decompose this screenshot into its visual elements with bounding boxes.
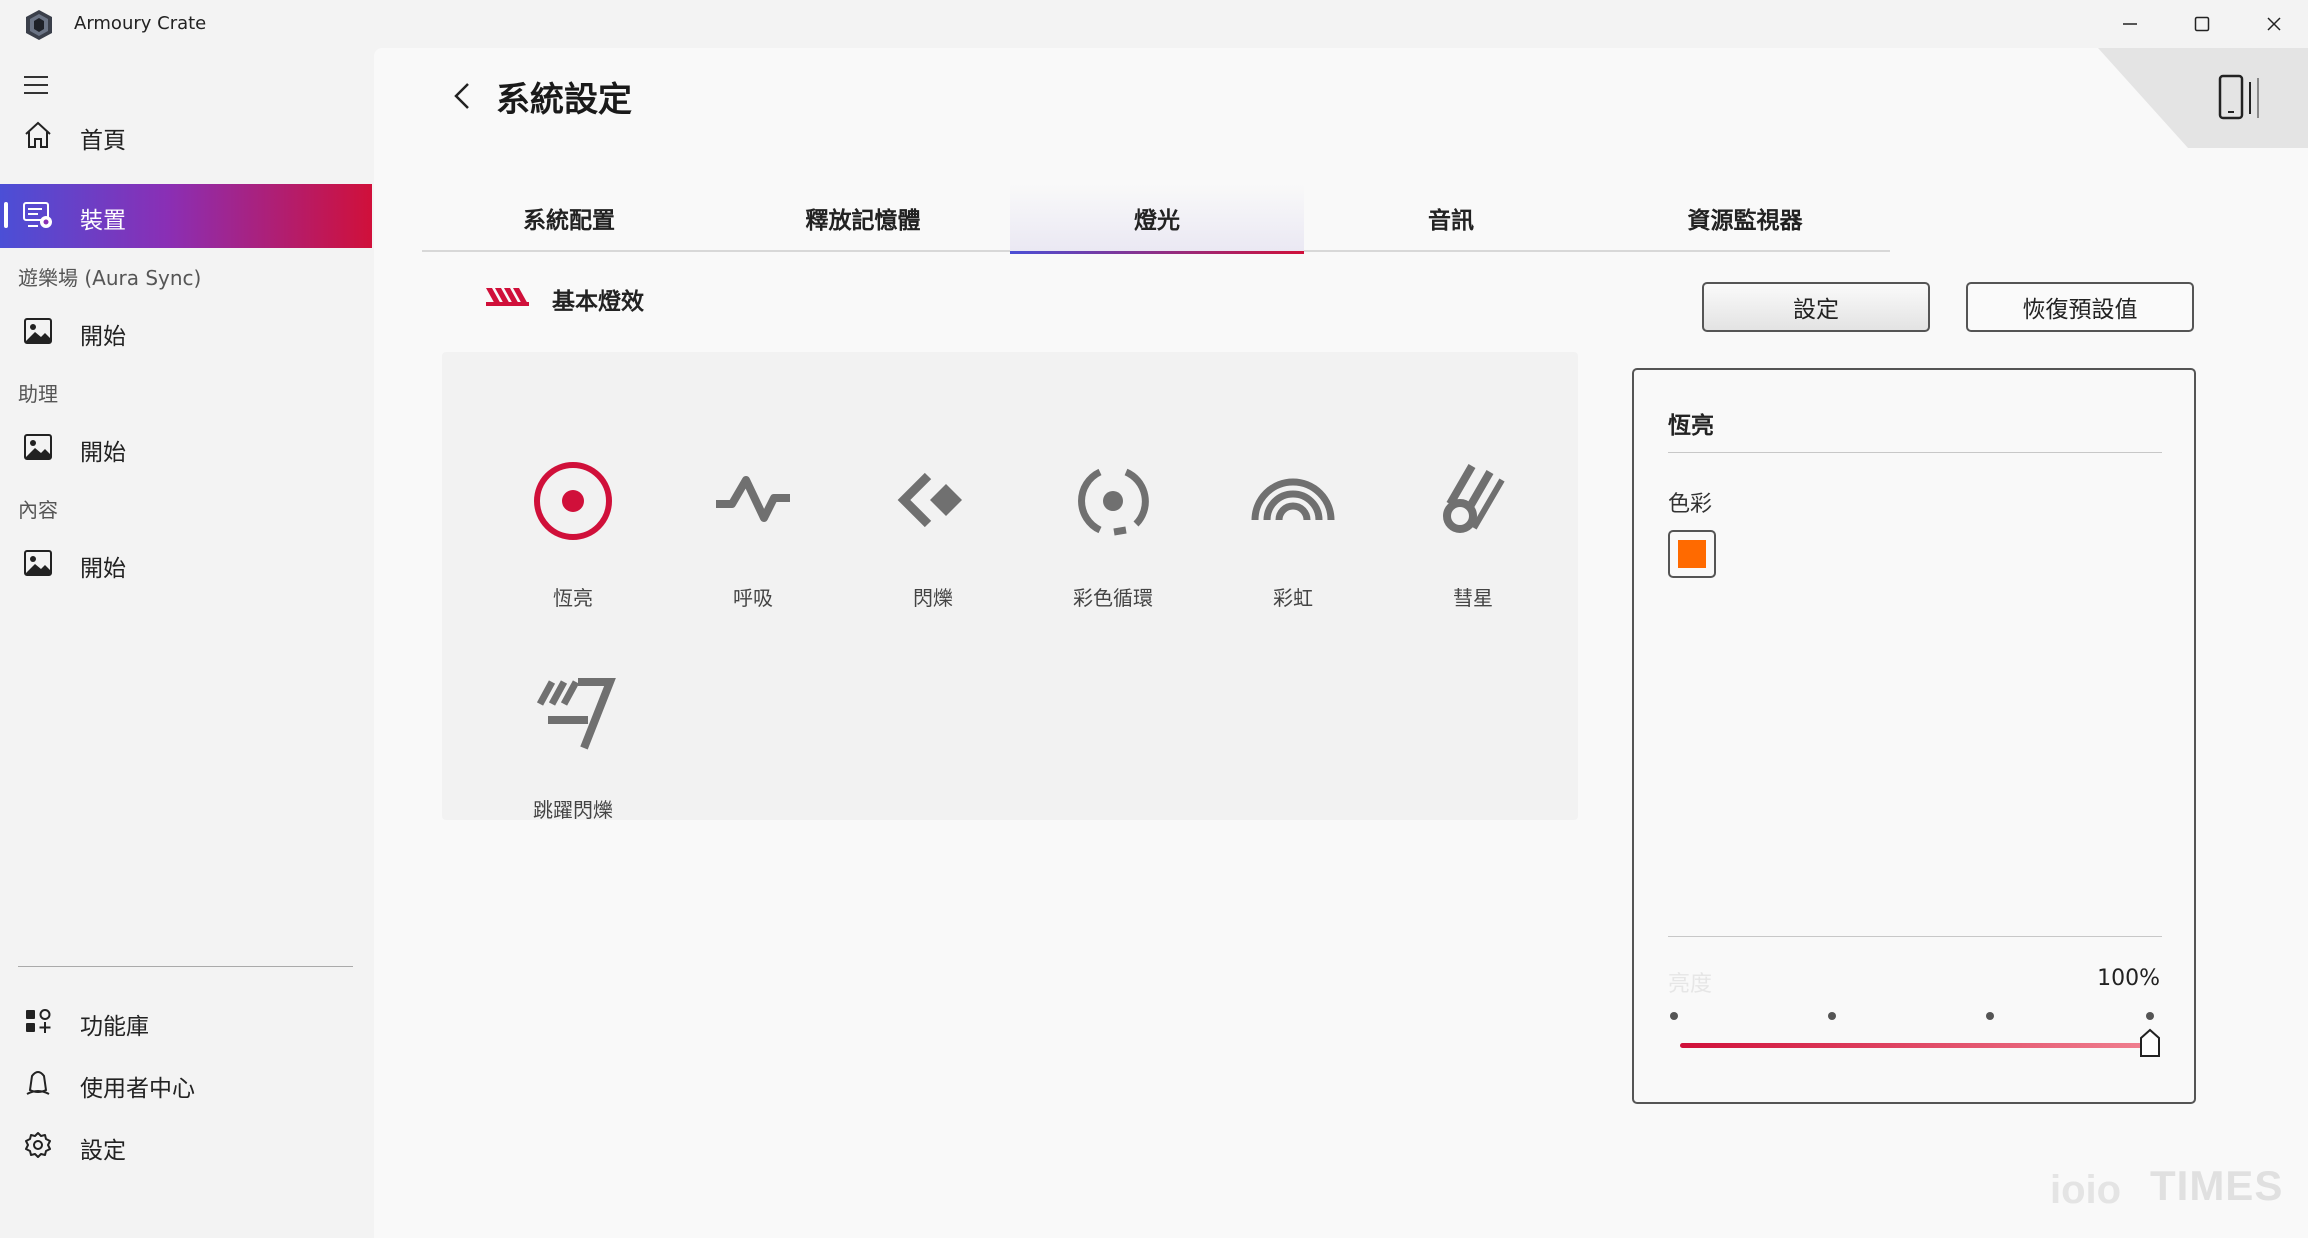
tab-lighting[interactable]: 燈光 [1010, 184, 1304, 254]
effect-label: 彩色循環 [1073, 586, 1153, 610]
effect-label: 恆亮 [553, 586, 593, 610]
sidebar: 首頁 裝置 遊樂場 (Aura Sync) 開始 助理 開始 內容 開始 功能庫… [0, 48, 372, 1238]
back-arrow-icon[interactable] [444, 76, 484, 116]
tab-label: 釋放記憶體 [805, 208, 921, 234]
effect-label: 跳躍閃爍 [533, 798, 613, 822]
brightness-value: 100% [2097, 966, 2160, 991]
sidebar-divider [18, 966, 353, 967]
title-bar: Armoury Crate [0, 0, 2308, 48]
library-icon [26, 1009, 51, 1033]
tab-audio[interactable]: 音訊 [1304, 184, 1598, 252]
maximize-icon [2194, 16, 2210, 32]
brightness-slider-thumb[interactable] [2138, 1028, 2162, 1058]
detail-title: 恆亮 [1668, 413, 1714, 439]
section-title: 基本燈效 [552, 289, 644, 315]
hamburger-menu-icon[interactable] [22, 70, 52, 100]
brightness-slider-track[interactable] [1680, 1043, 2150, 1048]
watermark-text: TIMES [2150, 1162, 2284, 1209]
sidebar-item-label: 首頁 [80, 128, 126, 154]
static-icon [534, 462, 612, 540]
close-button[interactable] [2238, 0, 2308, 48]
effects-panel: 恆亮 呼吸 閃爍 彩色循環 彩虹 彗星 跳躍閃爍 [442, 352, 1578, 822]
sidebar-item-content-start[interactable]: 開始 [0, 532, 372, 594]
setting-button[interactable]: 設定 [1702, 282, 1930, 332]
sidebar-item-label: 裝置 [80, 208, 126, 234]
effect-label: 閃爍 [913, 586, 953, 610]
sidebar-item-label: 開始 [80, 556, 126, 582]
tab-resource-monitor[interactable]: 資源監視器 [1598, 184, 1892, 252]
tab-free-memory[interactable]: 釋放記憶體 [716, 184, 1010, 252]
armoury-crate-logo-icon [26, 10, 52, 40]
minimize-button[interactable] [2094, 0, 2166, 48]
sidebar-section-title: 助理 [18, 382, 58, 406]
effect-static[interactable]: 恆亮 [480, 458, 660, 628]
sidebar-item-label: 功能庫 [80, 1014, 149, 1040]
stripes-icon [486, 288, 529, 306]
effect-color-cycle[interactable]: 彩色循環 [1020, 458, 1200, 628]
effect-comet[interactable]: 彗星 [1380, 458, 1560, 628]
sidebar-item-settings[interactable]: 設定 [0, 1114, 372, 1176]
sidebar-item-library[interactable]: 功能庫 [0, 990, 372, 1052]
tab-label: 系統配置 [523, 208, 615, 234]
brightness-label: 亮度 [1668, 972, 1713, 997]
effect-breathing[interactable]: 呼吸 [660, 458, 840, 628]
color-cycle-icon [1078, 468, 1149, 536]
sidebar-item-aura-start[interactable]: 開始 [0, 300, 372, 362]
maximize-button[interactable] [2166, 0, 2238, 48]
comet-icon [1443, 463, 1505, 533]
corner-decoration [2098, 48, 2308, 148]
slider-tick [1670, 1012, 1678, 1020]
sidebar-item-label: 開始 [80, 440, 126, 466]
watermark-logo: ioio [2050, 1168, 2122, 1212]
effect-detail-panel: 恆亮 色彩 亮度 100% [1632, 368, 2196, 1104]
rainbow-icon [1251, 478, 1335, 521]
image-icon [24, 550, 52, 576]
device-icon [23, 202, 52, 228]
sidebar-item-user-center[interactable]: 使用者中心 [0, 1052, 372, 1114]
divider [1668, 936, 2162, 937]
gear-icon [25, 1132, 51, 1158]
sidebar-section-title: 遊樂場 (Aura Sync) [18, 266, 202, 290]
color-label: 色彩 [1668, 492, 1713, 517]
phone-device-icon[interactable] [2214, 72, 2266, 124]
minimize-icon [2123, 23, 2137, 25]
sidebar-section-title: 內容 [18, 498, 58, 522]
slider-tick [1986, 1012, 1994, 1020]
divider [1668, 452, 2162, 453]
sidebar-item-home[interactable]: 首頁 [0, 104, 372, 166]
effect-rainbow[interactable]: 彩虹 [1200, 458, 1380, 628]
slider-tick [1828, 1012, 1836, 1020]
sidebar-item-label: 設定 [80, 1138, 126, 1164]
home-icon [25, 121, 51, 148]
slider-tick [2146, 1012, 2154, 1020]
close-icon [2267, 17, 2281, 31]
flash-and-dash-icon [536, 678, 616, 750]
effect-flash-and-dash[interactable]: 跳躍閃爍 [480, 670, 660, 840]
tab-system-config[interactable]: 系統配置 [422, 184, 716, 252]
page-title: 系統設定 [496, 80, 632, 120]
app-title: Armoury Crate [74, 13, 207, 34]
sidebar-item-assistant-start[interactable]: 開始 [0, 416, 372, 478]
color-swatch-button[interactable] [1668, 530, 1716, 578]
tab-label: 音訊 [1428, 208, 1474, 234]
tab-bar: 系統配置 釋放記憶體 燈光 音訊 資源監視器 [422, 184, 1892, 254]
image-icon [24, 434, 52, 460]
breathing-icon [716, 476, 790, 522]
user-center-icon [26, 1071, 50, 1095]
sidebar-item-label: 使用者中心 [80, 1076, 195, 1102]
effect-label: 彩虹 [1273, 586, 1313, 610]
effect-label: 彗星 [1453, 586, 1493, 610]
sidebar-item-label: 開始 [80, 324, 126, 350]
effect-label: 呼吸 [733, 586, 773, 610]
strobing-icon [897, 472, 962, 528]
sidebar-item-device[interactable]: 裝置 [0, 184, 372, 248]
tab-label: 資源監視器 [1687, 208, 1803, 234]
main-content: 系統設定 系統配置 釋放記憶體 燈光 音訊 資源監視器 基本燈效 設定 恢復預設… [374, 48, 2308, 1238]
color-swatch-fill [1678, 540, 1706, 568]
image-icon [24, 318, 52, 344]
tab-label: 燈光 [1134, 208, 1180, 234]
effect-strobing[interactable]: 閃爍 [840, 458, 1020, 628]
reset-default-button[interactable]: 恢復預設值 [1966, 282, 2194, 332]
